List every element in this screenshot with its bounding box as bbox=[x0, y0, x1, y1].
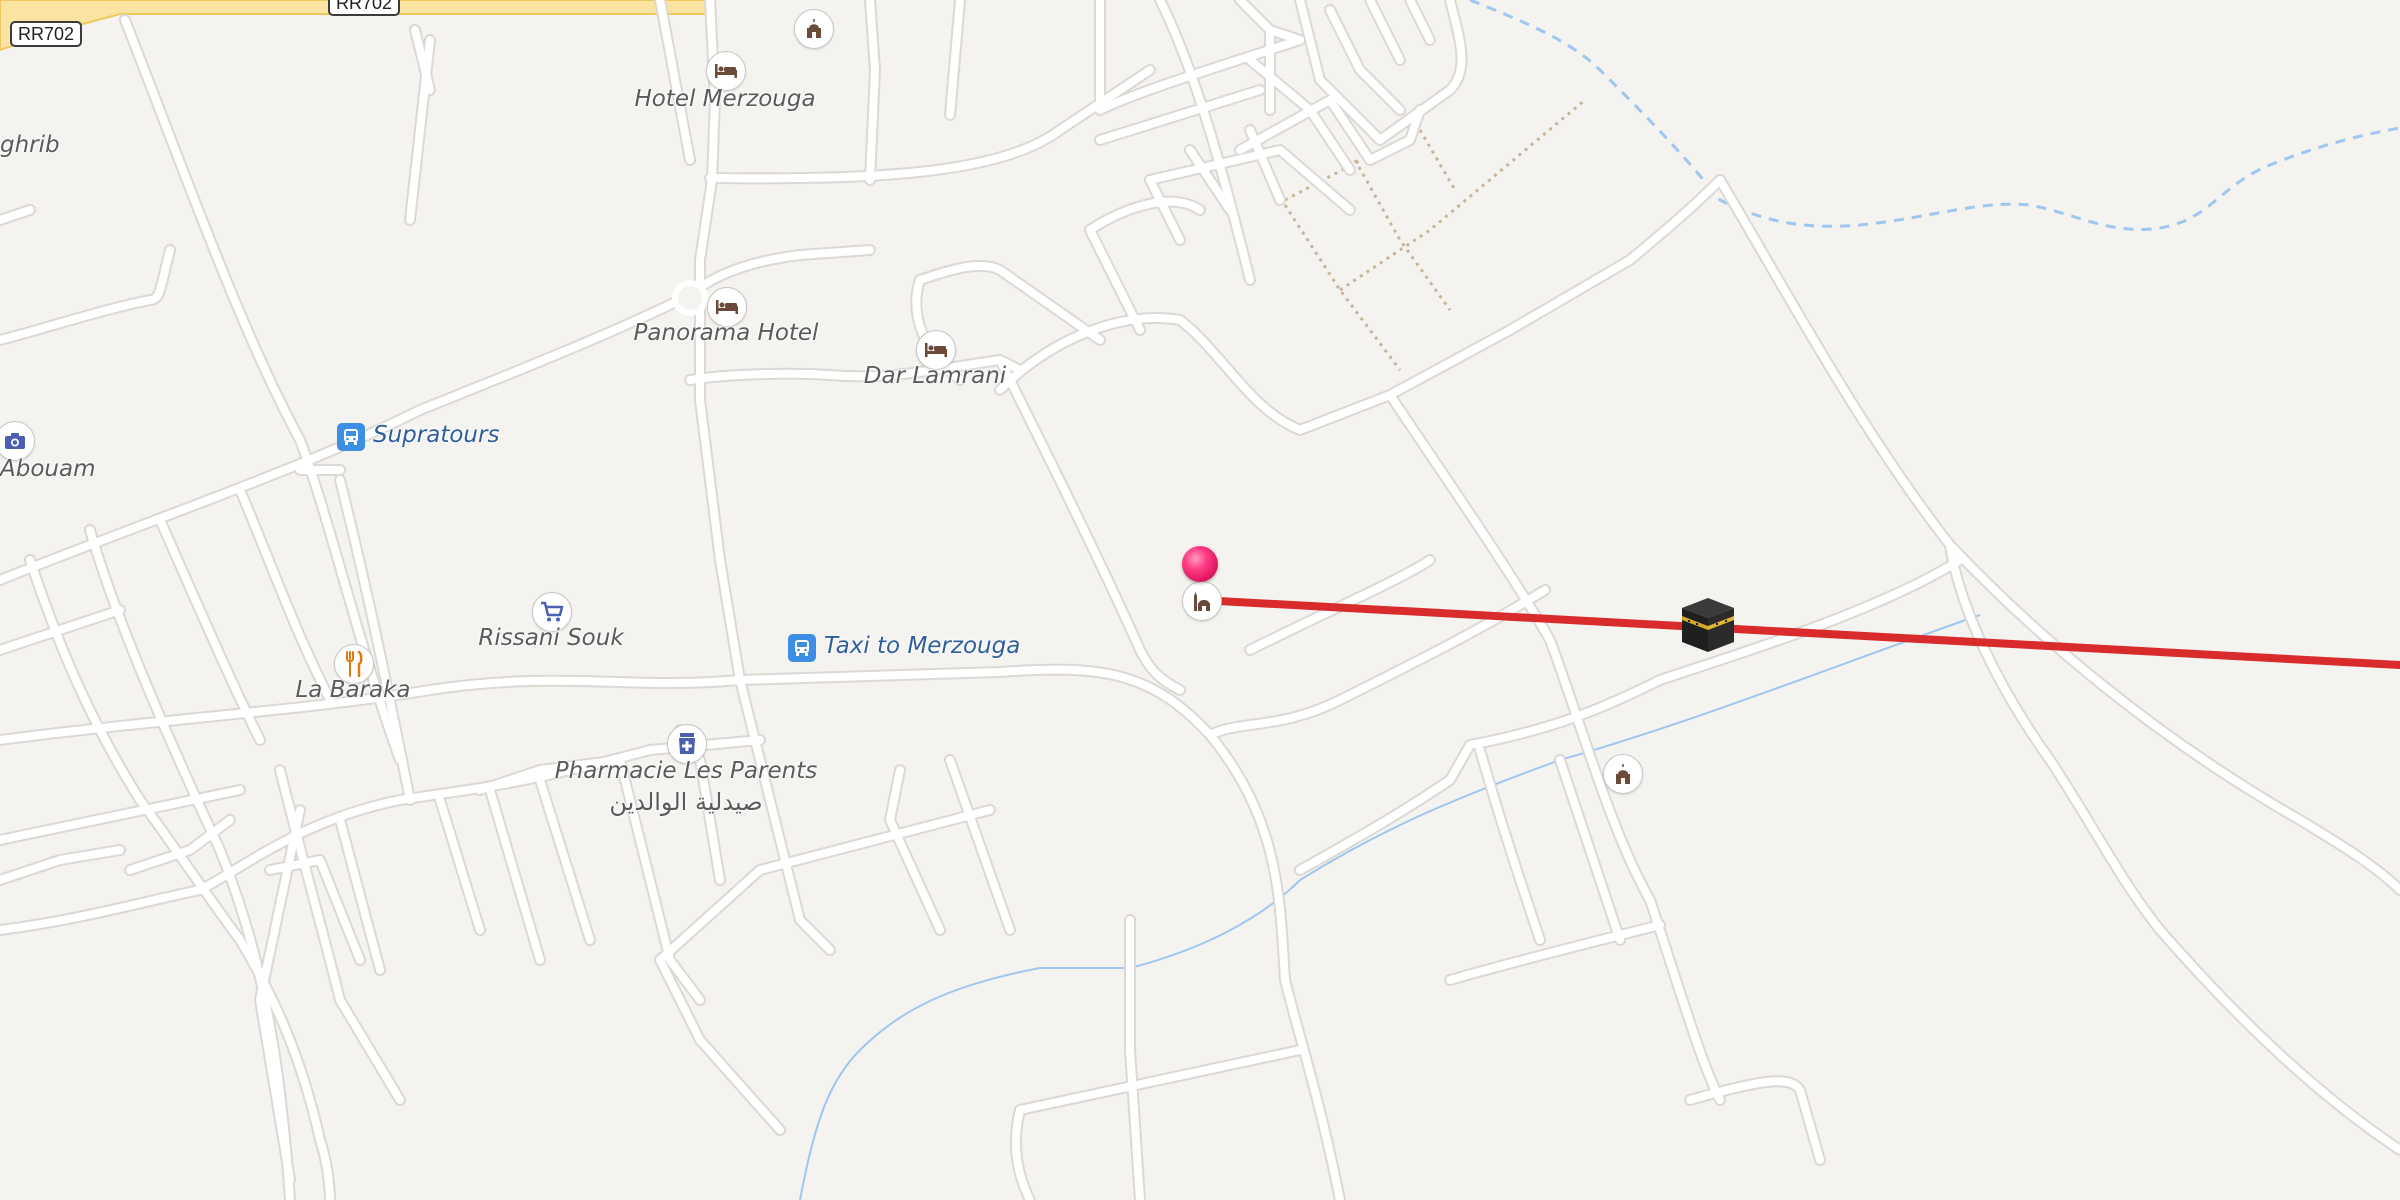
location-pin-icon[interactable] bbox=[1182, 546, 1218, 582]
panorama-hotel-label[interactable]: Panorama Hotel bbox=[634, 320, 819, 346]
mosque-icon bbox=[1194, 592, 1210, 611]
qibla-direction-line bbox=[1196, 596, 2400, 669]
pharmacy-icon bbox=[679, 733, 695, 754]
pharmacie-les-parents-arabic-label[interactable]: صيدلية الوالدين bbox=[609, 788, 762, 816]
taxi-to-merzouga-label[interactable]: Taxi to Merzouga bbox=[824, 633, 1020, 659]
kaaba-icon[interactable] bbox=[1680, 596, 1736, 654]
dar-lamrani-label[interactable]: Dar Lamrani bbox=[864, 363, 1006, 389]
bus-icon bbox=[344, 429, 358, 445]
rissani-souk-label[interactable]: Rissani Souk bbox=[478, 625, 623, 651]
ghrib-label[interactable]: ghrib bbox=[0, 132, 60, 158]
hotel-merzouga-label[interactable]: Hotel Merzouga bbox=[634, 86, 815, 112]
taxi-to-merzouga-marker[interactable] bbox=[788, 634, 816, 662]
shopping-cart-icon bbox=[541, 601, 564, 622]
la-baraka-label[interactable]: La Baraka bbox=[295, 677, 410, 703]
bed-icon bbox=[715, 64, 737, 78]
supratours-marker[interactable] bbox=[337, 423, 365, 451]
bed-icon bbox=[925, 343, 947, 357]
road-shield-rr702[interactable]: RR702 bbox=[10, 21, 83, 47]
map-canvas[interactable]: RR702 RR702 Hotel Merzouga Panorama Hote… bbox=[0, 0, 2400, 1200]
supratours-label[interactable]: Supratours bbox=[373, 422, 499, 448]
pharmacie-les-parents-label[interactable]: Pharmacie Les Parents bbox=[555, 758, 817, 784]
hotel-merzouga-marker[interactable] bbox=[706, 51, 746, 91]
road-shield-rr702[interactable]: RR702 bbox=[328, 0, 401, 16]
mosque-marker[interactable] bbox=[1603, 754, 1643, 794]
bed-icon bbox=[716, 300, 738, 314]
abouam-label[interactable]: Abouam bbox=[0, 456, 95, 482]
fork-knife-icon bbox=[346, 651, 363, 677]
mosque-marker[interactable] bbox=[1182, 581, 1222, 621]
camera-icon bbox=[5, 433, 25, 449]
mosque-marker[interactable] bbox=[794, 9, 834, 49]
stream bbox=[1469, 0, 2400, 231]
mosque-icon bbox=[807, 19, 821, 38]
bus-icon bbox=[795, 640, 809, 656]
mosque-icon bbox=[1616, 764, 1630, 784]
